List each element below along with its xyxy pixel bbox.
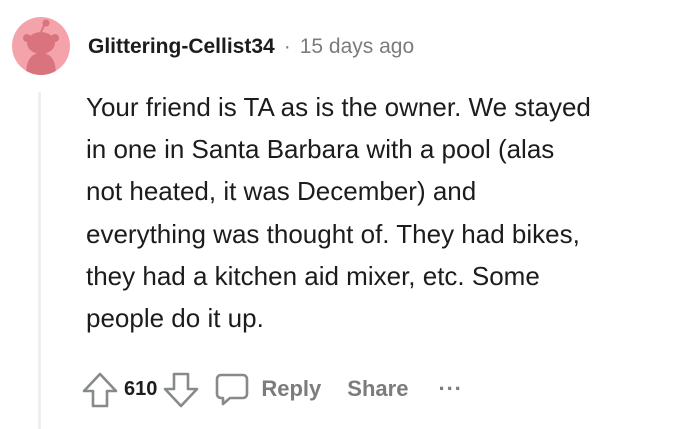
upvote-arrow-icon (82, 372, 118, 408)
comment-actions: 610 Reply Share ... (80, 366, 463, 412)
reply-label: Reply (261, 376, 322, 401)
comment-line: not heated, it was December) and (86, 176, 477, 207)
share-button[interactable]: Share (347, 376, 408, 402)
downvote-arrow-icon (164, 372, 199, 408)
comment-line: they had a kitchen aid mixer, etc. Some (86, 260, 540, 291)
downvote-button[interactable] (161, 369, 201, 409)
reply-button[interactable]: Reply (213, 370, 321, 408)
comment-line: in one in Santa Barbara with a pool (ala… (86, 134, 555, 165)
snoo-avatar-icon (23, 19, 59, 75)
comment-header: Glittering-Cellist34 · 15 days ago (88, 32, 414, 62)
comment-line: Your friend is TA as is the owner. We st… (86, 92, 591, 122)
username[interactable]: Glittering-Cellist34 (88, 35, 275, 59)
more-options-button[interactable]: ... (438, 370, 462, 396)
meta-separator: · (283, 35, 291, 58)
comment-line: everything was thought of. They had bike… (86, 218, 580, 249)
comment: Glittering-Cellist34 · 15 days ago Your … (0, 0, 700, 429)
thread-collapse-line[interactable] (38, 92, 41, 429)
avatar[interactable] (12, 17, 70, 75)
comment-body: Your friend is TA as is the owner. We st… (86, 86, 686, 339)
timestamp[interactable]: 15 days ago (300, 35, 414, 59)
comment-bubble-icon (216, 373, 249, 406)
comment-line: people do it up. (86, 303, 264, 334)
upvote-button[interactable] (80, 369, 120, 409)
vote-count: 610 (124, 377, 158, 400)
